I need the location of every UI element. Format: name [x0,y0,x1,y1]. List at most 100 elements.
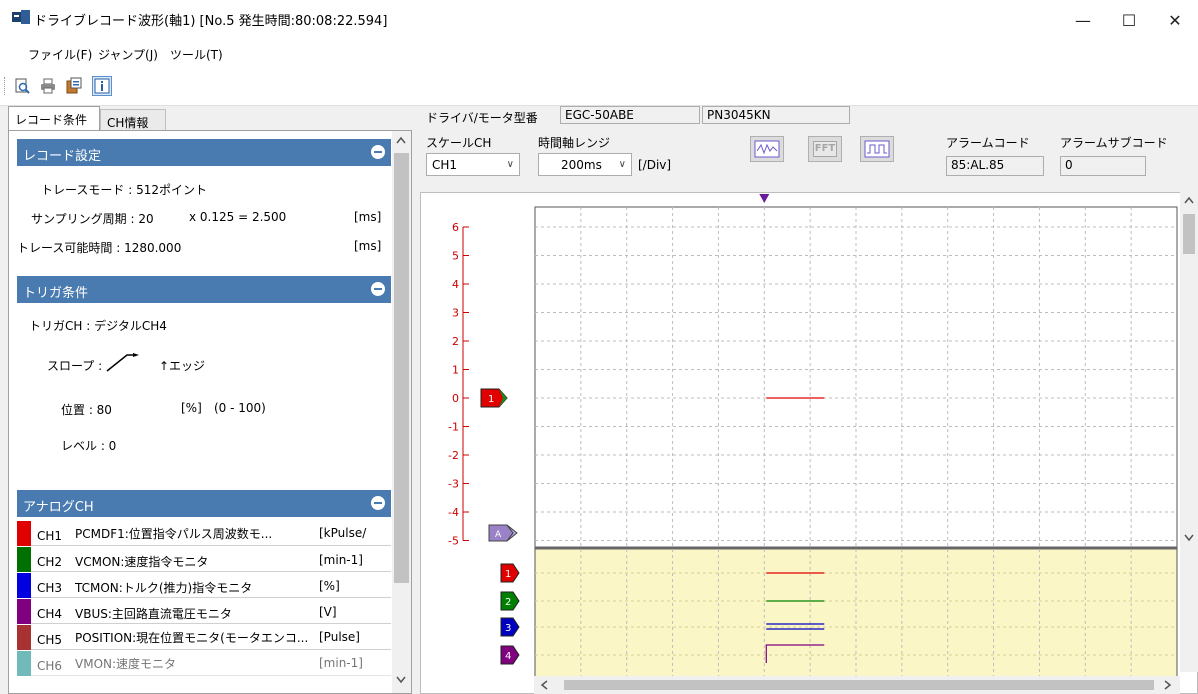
y-tick-label: -5 [448,535,459,548]
ch-unit: [Pulse] [319,630,360,644]
record-settings-header[interactable]: レコード設定 [17,139,391,166]
scroll-up-icon[interactable] [396,136,406,144]
chart-vscroll-thumb[interactable] [1183,214,1195,254]
tab-record-conditions[interactable]: レコード条件 [8,106,100,130]
left-scrollbar-thumb[interactable] [394,153,409,583]
ch-description: VMON:速度モニタ [75,657,177,671]
trigger-position-marker[interactable] [759,194,770,203]
ch-name: CH3 [37,581,63,595]
collapse-icon[interactable] [371,496,385,510]
copy-icon[interactable] [64,76,84,96]
time-unit: [/Div] [638,158,672,172]
digital-ch1-label: 1 [505,569,511,580]
waveform-chart[interactable]: 6 5 4 3 2 1 0 -1 -2 -3 -4 -5 1 A 1 2 3 4 [420,192,1198,694]
ch-name: CH4 [37,607,63,621]
digital-ch4-label: 4 [505,651,511,662]
sampling-period: サンプリング周期 : 20 [31,212,154,226]
close-button[interactable]: ✕ [1152,0,1198,40]
scroll-right-icon[interactable] [1164,680,1172,690]
chart-vertical-scrollbar[interactable] [1180,192,1198,672]
time-range-select[interactable]: 200ms ∨ [538,153,632,176]
collapse-icon[interactable] [371,145,385,159]
ch-name: CH1 [37,529,63,543]
ch6-color-swatch[interactable] [17,651,31,676]
trace-time: トレース可能時間 : 1280.000 [17,241,182,255]
analog-ch-row[interactable]: CH5 POSITION:現在位置モニタ(モータエンコ... [Pulse] [17,625,391,650]
scale-ch-label: スケールCH [426,136,492,150]
menu-tools[interactable]: ツール(T) [170,46,223,63]
ch3-color-swatch[interactable] [17,573,31,598]
ch-description: PCMDF1:位置指令パルス周波数モ... [75,527,273,541]
y-tick-label: 5 [452,250,459,263]
ch-description: POSITION:現在位置モニタ(モータエンコ... [75,631,309,645]
sampling-unit: [ms] [354,210,382,224]
ch-name: CH5 [37,633,63,647]
analog-ch-title: アナログCH [23,500,94,515]
analog-ch-row[interactable]: CH1 PCMDF1:位置指令パルス周波数モ... [kPulse/ [17,521,391,546]
ch-unit: [kPulse/ [319,526,367,540]
analog-ch-row[interactable]: CH4 VBUS:主回路直流電圧モニタ [V] [17,599,391,624]
minimize-button[interactable]: — [1060,0,1106,40]
ch1-color-swatch[interactable] [17,521,31,546]
y-tick-label: 0 [452,392,459,405]
digital-ch3-label: 3 [505,623,511,634]
trigger-position-unit: [%] [181,401,202,415]
scroll-left-icon[interactable] [540,680,548,690]
left-scrollbar[interactable] [392,131,411,693]
window-title: ドライブレコード波形(軸1) [No.5 発生時間:80:08:22.594] [34,14,388,29]
info-icon[interactable] [92,76,112,96]
ch4-color-swatch[interactable] [17,599,31,624]
ch-description: TCMON:トルク(推力)指令モニタ [75,581,253,595]
scroll-down-icon[interactable] [1184,534,1194,542]
time-range-label: 時間軸レンジ [538,136,611,150]
trace-mode: トレースモード : 512ポイント [41,183,207,197]
chevron-down-icon: ∨ [506,159,514,170]
y-tick-label: -1 [448,421,459,434]
slope-value: ↑エッジ [159,359,206,373]
ch-name: CH6 [37,659,63,673]
chart-hscroll-thumb[interactable] [564,680,1154,690]
ch-unit: [%] [319,579,340,593]
digital-group-label: A [495,530,502,540]
digital-waveform-icon [864,140,890,158]
chart-horizontal-scrollbar[interactable] [534,676,1180,694]
analog-ch-row[interactable]: CH2 VCMON:速度指令モニタ [min-1] [17,547,391,572]
fft-button[interactable]: FFT [808,136,842,162]
digital-view-button[interactable] [860,136,894,162]
right-panel: ドライバ/モータ型番 EGC-50ABE PN3045KN スケールCH CH1… [420,106,1198,694]
toolbar-grip [4,77,7,95]
alarm-subcode-label: アラームサブコード [1060,136,1168,150]
ch5-color-swatch[interactable] [17,625,31,650]
analog-ch-row[interactable]: CH6 VMON:速度モニタ [min-1] [17,651,391,676]
menu-jump[interactable]: ジャンプ(J) [98,46,158,63]
app-icon [12,10,30,24]
ch-description: VCMON:速度指令モニタ [75,555,209,569]
driver-model-field: EGC-50ABE [560,106,700,124]
y-tick-label: 3 [452,307,459,320]
analog-ch-row[interactable]: CH3 TCMON:トルク(推力)指令モニタ [%] [17,573,391,598]
chart-canvas[interactable]: 6 5 4 3 2 1 0 -1 -2 -3 -4 -5 1 A 1 2 3 4 [421,193,1197,693]
scroll-down-icon[interactable] [396,676,406,684]
scale-ch-select[interactable]: CH1 ∨ [426,153,520,176]
ch2-color-swatch[interactable] [17,547,31,572]
time-range-value: 200ms [561,158,602,172]
analog-ch-header[interactable]: アナログCH [17,490,391,517]
trigger-header[interactable]: トリガ条件 [17,276,391,303]
maximize-button[interactable]: ☐ [1106,0,1152,40]
menu-file[interactable]: ファイル(F) [28,46,92,63]
left-panel: レコード条件 CH情報 レコード設定 トレースモード : 512ポイント サンプ… [8,106,412,694]
chevron-down-icon: ∨ [618,159,626,170]
ch-unit: [min-1] [319,553,363,567]
menu-bar: ファイル(F) ジャンプ(J) ツール(T) [0,40,1198,67]
waveform-view-button[interactable] [750,136,784,162]
scroll-up-icon[interactable] [1184,196,1194,204]
motor-model-field: PN3045KN [702,106,850,124]
trigger-position: 位置 : 80 [61,403,112,417]
print-icon[interactable] [38,76,58,96]
tab-ch-info[interactable]: CH情報 [100,109,166,130]
fft-label: FFT [813,141,837,157]
collapse-icon[interactable] [371,282,385,296]
y-tick-label: 4 [452,278,459,291]
y-tick-label: -2 [448,449,459,462]
print-preview-icon[interactable] [12,76,32,96]
